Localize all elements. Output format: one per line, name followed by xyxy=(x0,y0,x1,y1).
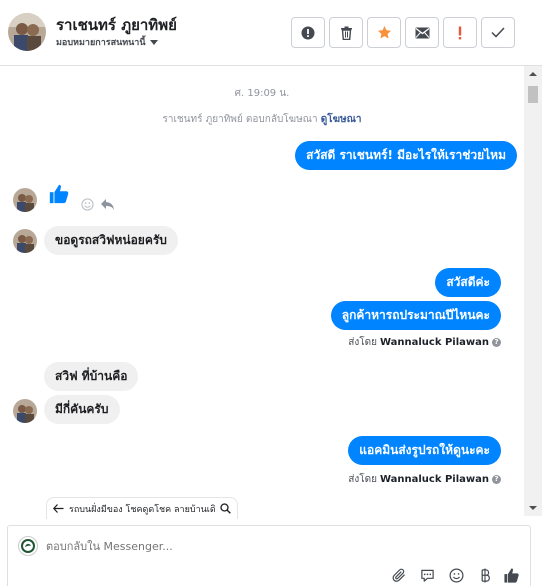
attach-button[interactable] xyxy=(391,567,408,584)
alert-circle-icon xyxy=(301,26,315,39)
sent-by-prefix: ส่งโดย xyxy=(348,474,377,485)
help-icon[interactable]: ? xyxy=(492,475,501,484)
saved-reply-text: รถบนฝั่งมีของ โชคดูดโชค ลายบ้านเดิว xyxy=(69,504,215,515)
message-bubble-outgoing: สวัสดี ราเชนทร์! มีอะไรให้เราช่วยไหม xyxy=(295,141,517,170)
message-bubble-outgoing: ลูกค้าหารถประมาณปีไหนคะ xyxy=(330,301,501,330)
smiley-icon xyxy=(81,198,94,211)
baht-icon xyxy=(481,568,490,583)
contact-avatar-small[interactable] xyxy=(13,188,37,212)
conversation-header: ราเชนทร์ ภูยาทิพย์ มอบหมายการสนทนานี้ xyxy=(0,0,542,66)
contact-avatar-small[interactable] xyxy=(13,399,37,423)
exclamation-icon xyxy=(458,26,462,39)
star-button[interactable] xyxy=(367,17,401,48)
reply-icon[interactable] xyxy=(100,196,115,215)
thumbs-up-icon xyxy=(49,184,69,204)
emoji-icon xyxy=(449,568,464,583)
page-avatar xyxy=(18,536,38,556)
scrollbar-thumb[interactable] xyxy=(528,86,538,103)
message-timestamp: ศ. 19:09 น. xyxy=(234,88,290,99)
mark-unread-button[interactable] xyxy=(405,17,439,48)
delete-button[interactable] xyxy=(329,17,363,48)
help-icon[interactable]: ? xyxy=(492,338,501,347)
chat-bubble-icon xyxy=(421,569,434,582)
emoji-button[interactable] xyxy=(448,567,465,584)
ad-reply-note: ราเชนทร์ ภูยาทิพย์ ตอบกลับโฆษณา ดูโฆษณา xyxy=(0,112,524,127)
message-bubble-incoming: สวิฟ ที่บ้านคือ xyxy=(44,362,139,391)
mark-done-button[interactable] xyxy=(481,17,515,48)
sent-by-prefix: ส่งโดย xyxy=(348,337,377,348)
saved-reply-bar[interactable]: รถบนฝั่งมีของ โชคดูดโชค ลายบ้านเดิว xyxy=(46,497,238,519)
spam-button[interactable] xyxy=(443,17,477,48)
assign-label: มอบหมายการสนทนานี้ xyxy=(56,38,146,48)
like-sticker xyxy=(48,183,70,209)
contact-avatar[interactable] xyxy=(8,13,46,51)
reply-arrow-icon xyxy=(101,199,114,210)
reply-input[interactable] xyxy=(46,540,346,553)
check-icon xyxy=(491,27,505,38)
assign-conversation-dropdown[interactable]: มอบหมายการสนทนานี้ xyxy=(56,35,158,49)
chevron-down-icon xyxy=(149,39,158,45)
send-like-button[interactable] xyxy=(503,567,520,584)
paperclip-icon xyxy=(392,568,405,582)
message-composer xyxy=(7,525,531,586)
sent-by-name[interactable]: Wannaluck Pilawan xyxy=(380,474,489,485)
message-bubble-outgoing: แอคมินส่งรูปรถให้ดูนะคะ xyxy=(348,436,501,465)
saved-replies-button[interactable] xyxy=(419,567,436,584)
message-bubble-incoming: มีกี่คันครับ xyxy=(44,395,120,424)
envelope-icon xyxy=(415,27,429,38)
back-arrow-icon[interactable] xyxy=(53,504,64,513)
report-button[interactable] xyxy=(291,17,325,48)
contact-name[interactable]: ราเชนทร์ ภูยาทิพย์ xyxy=(56,13,177,37)
sent-by-label: ส่งโดย Wannaluck Pilawan ? xyxy=(348,472,501,487)
scroll-down-arrow[interactable] xyxy=(529,506,537,510)
trash-icon xyxy=(340,26,352,40)
message-bubble-incoming: ขอดูรถสวิฟหน่อยครับ xyxy=(44,226,178,255)
search-icon[interactable] xyxy=(220,503,231,514)
scroll-up-arrow[interactable] xyxy=(529,72,537,76)
view-ad-link[interactable]: ดูโฆษณา xyxy=(321,114,362,125)
react-icon[interactable] xyxy=(81,196,94,215)
message-bubble-outgoing: สวัสดีค่ะ xyxy=(435,268,501,297)
sent-by-name[interactable]: Wannaluck Pilawan xyxy=(380,337,489,348)
contact-avatar-small[interactable] xyxy=(13,229,37,253)
sent-by-label: ส่งโดย Wannaluck Pilawan ? xyxy=(348,335,501,350)
ad-reply-note-text: ราเชนทร์ ภูยาทิพย์ ตอบกลับโฆษณา xyxy=(162,114,318,125)
payment-button[interactable] xyxy=(476,567,493,584)
thumbs-up-icon xyxy=(504,568,519,583)
star-icon xyxy=(377,25,391,39)
scrollbar[interactable] xyxy=(524,66,542,516)
